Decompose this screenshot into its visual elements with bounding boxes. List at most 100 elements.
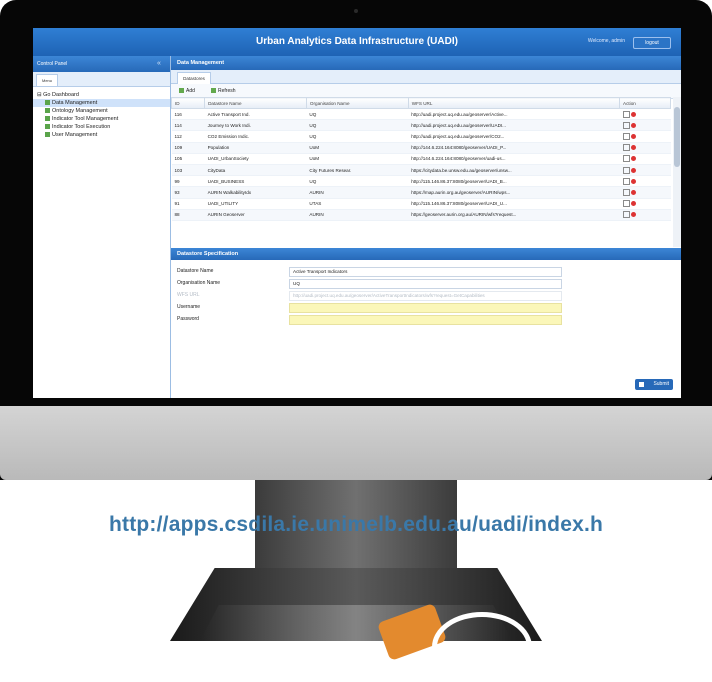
password-field[interactable] [289,315,562,325]
table-cell: Population [204,142,307,154]
edit-icon[interactable] [622,121,630,129]
username-label: Username [177,304,201,310]
table-cell: https://geoserver.aurin.org.au/AURIN/wfs… [408,209,620,221]
monitor-chin [0,406,712,480]
wfs-url-field[interactable]: http://uadi.project.uq.edu.au/geoserver/… [289,291,562,301]
sidebar-item-label: User Management [52,132,98,138]
table-row[interactable]: 103 CityData City Futures Resear. https://c… [171,164,671,177]
action-cell [619,186,671,199]
table-cell: UQ [306,119,409,132]
table-row[interactable]: 91 UADI_UTILITY UTAS http://115.146.86.37:8… [171,198,671,210]
datastore-name-field[interactable]: Active Transport Indicators [289,267,562,277]
sidebar-item-indicator-tool-management[interactable]: Indicator Tool Management [33,115,170,123]
grid-scrollbar[interactable] [673,97,681,247]
submit-button[interactable]: Submit [635,379,673,390]
edit-icon[interactable] [622,110,630,118]
table-cell: UADI_UTILITY [204,198,307,210]
table-cell: UQ [306,108,409,121]
refresh-button[interactable]: Refresh [211,87,236,95]
delete-icon[interactable] [630,201,636,207]
table-cell: City Futures Resear. [306,164,409,177]
panel-title: Data Management [171,56,681,70]
username-field[interactable] [289,303,562,313]
table-cell: CityData [204,164,307,177]
organisation-name-label: Organisation Name [177,280,221,286]
delete-icon[interactable] [630,189,636,195]
form-row-wfs-url: WFS URL http://uadi.project.uq.edu.au/ge… [177,290,562,301]
sidebar-item-data-management[interactable]: Data Management [33,99,170,107]
tab-datastores[interactable]: Datastores [177,72,211,84]
table-row[interactable]: 109 Population UoM http://144.6.224.164:808… [171,142,671,154]
collapse-icon[interactable]: « [157,60,164,67]
edit-icon[interactable] [622,188,630,196]
table-cell: http://144.6.224.164:8080/geoserver/UADI… [408,142,620,154]
table-row[interactable]: 105 UADI_UrbanSociety UoM http://144.6.224.… [171,153,671,165]
sidebar-item-dashboard[interactable]: ⊟ Go Dashboard [33,91,170,99]
edit-icon[interactable] [622,166,630,174]
delete-icon[interactable] [630,167,636,173]
table-cell: 103 [171,164,205,177]
table-cell: 114 [171,119,205,132]
column-header[interactable]: Action [619,97,671,109]
table-row[interactable]: 116 Active Transport Ind. UQ http://uadi.pr… [171,108,671,121]
refresh-icon [211,88,216,94]
sidebar-item-label: Go Dashboard [43,92,79,98]
folder-icon [45,132,50,138]
action-cell [619,153,671,165]
table-row[interactable]: 112 CO2 Emission Indic. UQ http://uadi.proj… [171,130,671,143]
form-row-datastore-name: Datastore Name Active Transport Indicato… [177,266,562,277]
delete-icon[interactable] [630,178,636,184]
add-button[interactable]: Add [179,87,195,95]
edit-icon[interactable] [622,200,630,208]
action-cell [619,175,671,188]
sidebar-item-ontology-management[interactable]: Ontology Management [33,107,170,115]
table-cell: 91 [171,198,205,210]
spec-title: Datastore Specification [171,248,681,260]
app-title: Urban Analytics Data Infrastructure (UAD… [256,36,458,47]
form-row-organisation-name: Organisation Name UQ [177,278,562,289]
table-row[interactable]: 114 Journey to Work Indi. UQ http://uadi.pr… [171,119,671,132]
column-header[interactable]: WFS URL [407,97,621,109]
delete-icon[interactable] [630,145,636,151]
table-cell: http://uadi.project.uq.edu.au/geoserver/… [408,108,620,121]
delete-icon[interactable] [630,111,636,117]
sidebar-item-label: Data Management [52,100,98,106]
scrollbar-thumb[interactable] [674,107,680,167]
table-cell: http://uadi.project.uq.edu.au/geoserver/… [408,119,620,132]
save-icon [639,382,644,387]
action-cell [619,164,671,177]
column-header[interactable]: Datastore Name [204,97,307,109]
table-cell: CO2 Emission Indic. [204,130,307,143]
delete-icon[interactable] [630,156,636,162]
action-cell [619,142,671,154]
edit-icon[interactable] [622,211,630,219]
table-row[interactable]: 88 AURIN Geoserver AURIN https://geoserver.… [171,209,671,221]
edit-icon[interactable] [622,177,630,185]
folder-icon [45,100,50,106]
organisation-name-field[interactable]: UQ [289,279,562,289]
logout-button[interactable]: logout [633,37,671,49]
footer-url[interactable]: http://apps.csdila.ie.unimelb.edu.au/uad… [0,513,712,537]
refresh-button-label: Refresh [218,88,236,94]
edit-icon[interactable] [622,155,630,163]
folder-icon [45,124,50,130]
delete-icon[interactable] [630,122,636,128]
sidebar-item-label: Ontology Management [52,108,108,114]
table-cell: Active Transport Ind. [204,108,307,121]
sidebar-title: Control Panel [37,61,68,67]
edit-icon[interactable] [622,144,630,152]
tab-menu[interactable]: Menu [36,74,58,86]
edit-icon[interactable] [622,132,630,140]
column-header[interactable]: Organisation Name [305,97,409,109]
delete-icon[interactable] [630,212,636,218]
column-header[interactable]: ID [171,97,206,109]
delete-icon[interactable] [630,133,636,139]
sidebar-tree: ⊟ Go Dashboard Data Management Ontology … [33,87,170,139]
table-row[interactable]: 99 UADI_BUSINESS UQ http://115.146.86.37:80… [171,175,671,188]
sidebar-item-indicator-tool-execution[interactable]: Indicator Tool Execution [33,123,170,131]
table-row[interactable]: 93 AURIN WalkabilityIdx AURIN https://map.a… [171,186,671,199]
sidebar-item-user-management[interactable]: User Management [33,131,170,139]
submit-button-label: Submit [653,381,669,387]
password-label: Password [177,316,199,322]
table-cell: http://uadi.project.uq.edu.au/geoserver/… [408,130,620,143]
